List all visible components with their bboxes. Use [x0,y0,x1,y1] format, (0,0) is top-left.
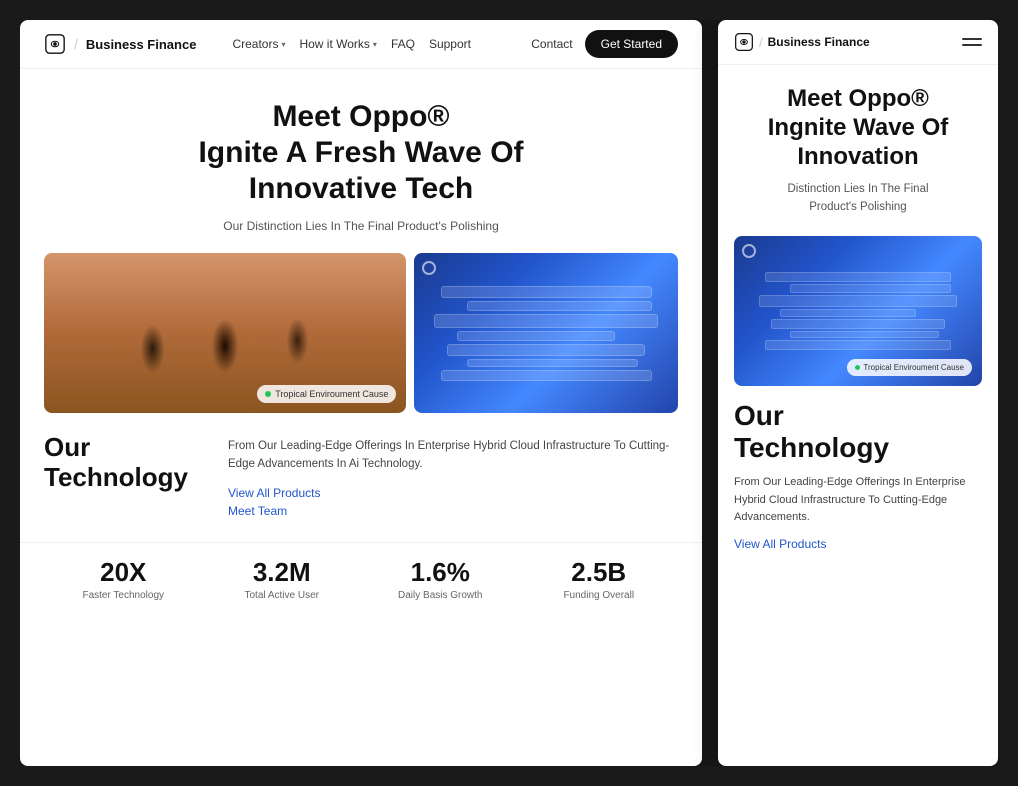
mobile-image-badge: Tropical Enviroument Cause [847,359,972,376]
desktop-image-left: Tropical Enviroument Cause [44,253,406,413]
desktop-logo-text: Business Finance [86,37,197,52]
step-4 [457,331,615,341]
desktop-images: Tropical Enviroument Cause [20,253,702,413]
desktop-logo: / Business Finance [44,33,196,55]
mobile-hero-image: Tropical Enviroument Cause [734,236,982,386]
mobile-subtitle: Distinction Lies In The Final Product's … [734,181,982,216]
mobile-step-5 [771,319,945,329]
mobile-step-1 [765,272,951,282]
hamburger-line-2 [962,44,982,46]
desktop-stats: 20X Faster Technology 3.2M Total Active … [20,542,702,601]
stat-funding: 2.5B Funding Overall [520,557,679,601]
mobile-logo: / Business Finance [734,32,962,52]
mobile-nav: / Business Finance [718,20,998,65]
mobile-step-7 [765,340,951,350]
stat-value-20x: 20X [44,557,203,588]
mobile-logo-icon [734,32,754,52]
desktop-image-right [414,253,678,413]
mobile-tech-heading: Our Technology [734,400,982,464]
desktop-tech-section: Our Technology From Our Leading-Edge Off… [20,433,702,522]
mobile-badge-dot [855,365,860,370]
tech-heading-text: Our Technology [44,433,204,493]
mobile-hero: Meet Oppo® Ingnite Wave Of Innovation Di… [718,65,998,228]
nav-support[interactable]: Support [429,37,471,51]
left-image-badge: Tropical Enviroument Cause [257,385,396,403]
mobile-step-4 [780,309,916,317]
stat-total-users: 3.2M Total Active User [203,557,362,601]
mobile-tech-description: From Our Leading-Edge Offerings In Enter… [734,474,982,527]
hamburger-line-1 [962,38,982,40]
nav-how-it-works[interactable]: How it Works ▾ [299,37,376,51]
stat-value-1-6: 1.6% [361,557,520,588]
nav-faq[interactable]: FAQ [391,37,415,51]
mobile-logo-text: Business Finance [768,35,870,49]
desktop-nav: / Business Finance Creators ▾ How it Wor… [20,20,702,69]
step-7 [441,370,652,381]
stat-label-users: Total Active User [203,590,362,601]
step-2 [467,301,652,311]
desktop-screen: / Business Finance Creators ▾ How it Wor… [20,20,702,766]
chevron-down-icon: ▾ [281,40,285,49]
tech-content: From Our Leading-Edge Offerings In Enter… [228,433,678,522]
step-3 [434,314,658,328]
mobile-screen: / Business Finance Meet Oppo® Ingnite Wa… [718,20,998,766]
meet-team-link[interactable]: Meet Team [228,504,678,518]
blue-steps-visual [414,253,678,413]
hamburger-menu[interactable] [962,38,982,46]
screens-container: / Business Finance Creators ▾ How it Wor… [20,20,998,766]
get-started-button[interactable]: Get Started [585,30,678,58]
desktop-nav-actions: Contact Get Started [531,30,678,58]
stat-label-funding: Funding Overall [520,590,679,601]
desktop-hero: Meet Oppo® Ignite A Fresh Wave Of Innova… [20,69,702,253]
mobile-step-6 [790,331,939,338]
tech-heading: Our Technology [44,433,204,522]
step-1 [441,286,652,298]
step-6 [467,359,638,367]
logo-divider: / [74,36,78,52]
stat-value-2-5b: 2.5B [520,557,679,588]
mobile-watermark-icon [742,244,756,258]
stat-value-3-2m: 3.2M [203,557,362,588]
desktop-nav-links: Creators ▾ How it Works ▾ FAQ Support [232,37,515,51]
mobile-view-products-link[interactable]: View All Products [734,537,982,551]
mobile-step-2 [790,284,951,293]
desktop-subtitle: Our Distinction Lies In The Final Produc… [44,219,678,233]
stat-label-growth: Daily Basis Growth [361,590,520,601]
tech-description: From Our Leading-Edge Offerings In Enter… [228,437,678,474]
step-5 [447,344,645,356]
view-all-products-link[interactable]: View All Products [228,486,678,500]
mobile-headline: Meet Oppo® Ingnite Wave Of Innovation [734,85,982,171]
mobile-step-3 [759,295,957,307]
nav-contact[interactable]: Contact [531,37,572,51]
stat-daily-growth: 1.6% Daily Basis Growth [361,557,520,601]
logo-icon [44,33,66,55]
stat-label-faster: Faster Technology [44,590,203,601]
desktop-headline: Meet Oppo® Ignite A Fresh Wave Of Innova… [44,99,678,207]
stat-faster-technology: 20X Faster Technology [44,557,203,601]
mobile-tech-section: Our Technology From Our Leading-Edge Off… [718,400,998,563]
chevron-down-icon: ▾ [373,40,377,49]
badge-dot [265,391,271,397]
nav-creators[interactable]: Creators ▾ [232,37,285,51]
mobile-divider: / [759,35,763,50]
